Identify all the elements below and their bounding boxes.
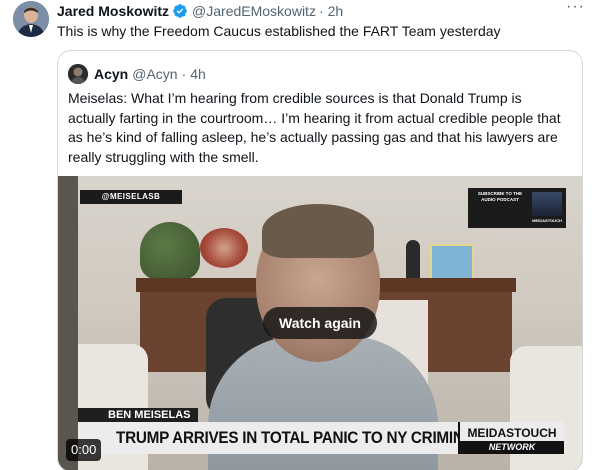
video-timestamp: 0:00 bbox=[66, 439, 102, 461]
author-handle[interactable]: @JaredEMoskowitz bbox=[192, 3, 316, 19]
author-name[interactable]: Jared Moskowitz bbox=[57, 3, 169, 19]
video-player[interactable]: @MEISELASB SUBSCRIBE TO THE AUDIO PODCAS… bbox=[58, 176, 582, 470]
verified-badge-icon[interactable] bbox=[172, 3, 188, 19]
quoted-author-name[interactable]: Acyn bbox=[94, 66, 128, 82]
channel-tag: @MEISELASB bbox=[80, 190, 182, 204]
network-brand: MEIDASTOUCH NETWORK bbox=[458, 422, 564, 454]
quoted-author-avatar-image bbox=[68, 64, 88, 84]
flower-bouquet bbox=[200, 228, 248, 268]
author-avatar-image bbox=[13, 1, 49, 37]
quoted-tweet-time[interactable]: 4h bbox=[190, 66, 206, 82]
quoted-separator-dot: · bbox=[181, 66, 187, 82]
desk-lamp bbox=[406, 240, 420, 280]
quoted-tweet-header: Acyn @Acyn · 4h bbox=[68, 64, 206, 84]
promo-text: SUBSCRIBE TO THE AUDIO PODCAST bbox=[477, 191, 523, 202]
quoted-author-handle[interactable]: @Acyn bbox=[132, 66, 177, 82]
promo-logo: MEIDASTOUCH bbox=[532, 218, 562, 223]
watch-again-button[interactable]: Watch again bbox=[263, 307, 377, 339]
lower-third-name: BEN MEISELAS bbox=[78, 408, 198, 422]
tweet-header: Jared Moskowitz @JaredEMoskowitz · 2h bbox=[57, 2, 343, 20]
quoted-tweet-text: Meiselas: What I’m hearing from credible… bbox=[68, 90, 561, 165]
author-avatar[interactable] bbox=[13, 1, 49, 37]
network-brand-name: MEIDASTOUCH bbox=[467, 426, 557, 440]
lower-third-headline: TRUMP ARRIVES IN TOTAL PANIC TO NY CRIMI… bbox=[78, 422, 531, 454]
video-frame-edge bbox=[58, 176, 78, 470]
book bbox=[430, 244, 474, 280]
tweet-text: This is why the Freedom Caucus establish… bbox=[57, 23, 501, 39]
tweet-time[interactable]: 2h bbox=[328, 3, 344, 19]
promo-image bbox=[532, 192, 562, 216]
speaker-hair bbox=[262, 204, 374, 258]
podcast-promo: SUBSCRIBE TO THE AUDIO PODCAST MEIDASTOU… bbox=[468, 188, 566, 228]
quoted-tweet[interactable]: Acyn @Acyn · 4h Meiselas: What I’m heari… bbox=[57, 50, 583, 470]
network-brand-sub: NETWORK bbox=[460, 441, 564, 454]
more-options-icon[interactable]: ··· bbox=[566, 0, 584, 20]
plant bbox=[140, 222, 200, 280]
separator-dot: · bbox=[318, 3, 324, 19]
quoted-author-avatar[interactable] bbox=[68, 64, 88, 84]
